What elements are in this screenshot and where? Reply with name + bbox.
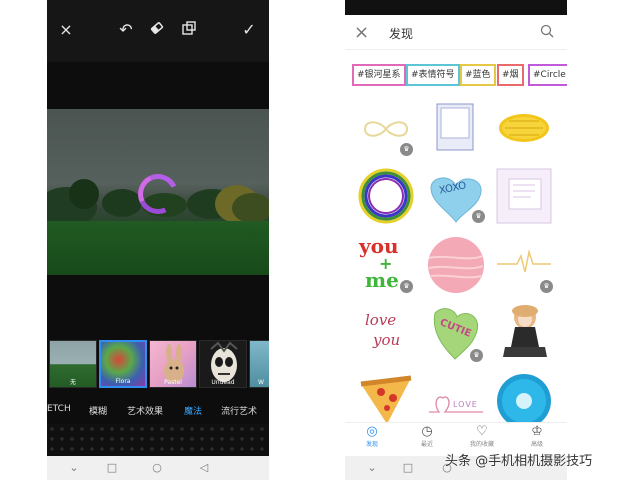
me-text: me bbox=[365, 268, 399, 292]
effect-category-tabs: ETCH 模糊 艺术效果 魔法 流行艺术 bbox=[47, 402, 269, 422]
nav-back-icon[interactable]: ◁ bbox=[197, 461, 211, 474]
effect-thumb-flora[interactable]: Flora bbox=[99, 340, 147, 388]
effect-thumb-w[interactable]: W bbox=[249, 340, 269, 388]
sticker-anime-girl[interactable] bbox=[495, 303, 553, 361]
layers-icon[interactable] bbox=[178, 20, 200, 41]
effect-label: Flora bbox=[115, 378, 131, 385]
tab-label: 发现 bbox=[365, 441, 378, 448]
tab-label: 高级 bbox=[530, 441, 543, 448]
close-icon[interactable]: × bbox=[55, 20, 77, 40]
page-title: 发现 bbox=[389, 27, 414, 41]
tag-emoji[interactable]: #表情符号 bbox=[406, 64, 460, 86]
effect-label: 无 bbox=[69, 379, 76, 386]
editor-screen: × ↶ ✓ 无 Flora Pastel Undead W ETCH 模糊 艺术… bbox=[47, 0, 269, 480]
nav-down-icon[interactable]: ⌄ bbox=[365, 461, 379, 474]
search-icon[interactable] bbox=[540, 23, 554, 42]
sticker-rainbow-ring[interactable] bbox=[357, 167, 415, 225]
premium-crown-icon: ♛ bbox=[400, 280, 413, 293]
effect-thumb-undead[interactable]: Undead bbox=[199, 340, 247, 388]
you-script-text: you bbox=[373, 331, 401, 349]
tag-blue[interactable]: #蓝色 bbox=[460, 64, 496, 86]
tag-galaxy[interactable]: #银河星系 bbox=[352, 64, 406, 86]
discover-header: × 发现 bbox=[345, 16, 567, 50]
sticker-pink-planet[interactable] bbox=[427, 236, 485, 294]
crown-icon: ♔ bbox=[531, 424, 543, 439]
effect-label: Pastel bbox=[164, 379, 182, 386]
nav-square-icon[interactable]: □ bbox=[401, 461, 415, 474]
editor-toolbar: × ↶ ✓ bbox=[47, 0, 269, 62]
sticker-love-you-script[interactable]: love you bbox=[357, 303, 415, 361]
effect-thumb-none[interactable]: 无 bbox=[49, 340, 97, 388]
tag-circle[interactable]: #Circle bbox=[528, 64, 567, 86]
close-icon[interactable]: × bbox=[354, 22, 369, 43]
decorative-pattern bbox=[47, 424, 269, 456]
compass-icon: ◎ bbox=[366, 424, 378, 439]
sticker-polaroid-frame[interactable] bbox=[427, 100, 485, 158]
love-line-text: LOVE bbox=[453, 400, 478, 409]
apply-check-icon[interactable]: ✓ bbox=[238, 20, 260, 40]
effect-label: W bbox=[258, 379, 264, 386]
sticker-corn[interactable] bbox=[495, 100, 553, 158]
watermark-text: 头条 @手机相机摄影技巧 bbox=[445, 454, 593, 469]
premium-crown-icon: ♛ bbox=[540, 280, 553, 293]
heart-icon: ♡ bbox=[476, 424, 488, 439]
category-tab-pop-art[interactable]: 流行艺术 bbox=[221, 404, 257, 417]
category-tab-blur[interactable]: 模糊 bbox=[89, 404, 107, 417]
effect-label: Undead bbox=[211, 379, 235, 386]
tab-label: 我的收藏 bbox=[469, 441, 494, 448]
nav-square-icon[interactable]: □ bbox=[105, 461, 119, 474]
premium-crown-icon: ♛ bbox=[472, 210, 485, 223]
sticker-web-frame[interactable] bbox=[495, 167, 553, 225]
tag-smoke[interactable]: #烟 bbox=[497, 64, 524, 86]
premium-crown-icon: ♛ bbox=[400, 143, 413, 156]
love-text: love bbox=[365, 311, 397, 329]
eraser-icon[interactable] bbox=[146, 20, 168, 41]
discover-screen: × 发现 #银河星系 #表情符号 #蓝色 #烟 #Circle ♛ XOXO ♛… bbox=[345, 0, 567, 480]
status-bar bbox=[345, 0, 567, 15]
clock-icon: ◷ bbox=[421, 424, 433, 439]
category-tab-magic[interactable]: 魔法 bbox=[184, 404, 202, 417]
nav-down-icon[interactable]: ⌄ bbox=[67, 461, 81, 474]
system-nav-bar: ⌄ □ ○ ◁ bbox=[47, 456, 269, 480]
undo-icon[interactable]: ↶ bbox=[115, 20, 137, 40]
category-tab-artistic[interactable]: 艺术效果 bbox=[127, 404, 163, 417]
premium-crown-icon: ♛ bbox=[470, 349, 483, 362]
tab-discover[interactable]: ◎ 发现 bbox=[352, 424, 392, 456]
effect-thumb-pastel[interactable]: Pastel bbox=[149, 340, 197, 388]
tab-recent[interactable]: ◷ 最近 bbox=[407, 424, 447, 456]
tab-label: 最近 bbox=[420, 441, 433, 448]
effect-thumbnails: 无 Flora Pastel Undead W bbox=[47, 340, 269, 390]
nav-home-icon[interactable]: ○ bbox=[150, 461, 164, 474]
category-tab-etch[interactable]: ETCH bbox=[47, 404, 71, 414]
